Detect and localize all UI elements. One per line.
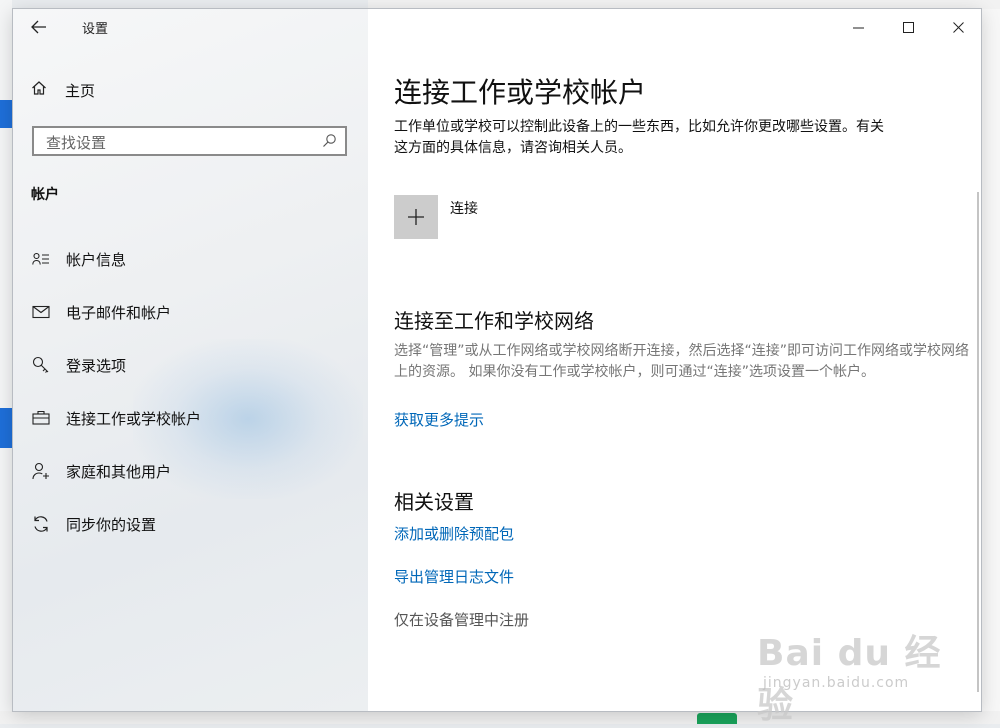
add-person-icon — [31, 461, 51, 481]
search-icon[interactable] — [321, 133, 337, 149]
sidebar-item-label: 连接工作或学校帐户 — [66, 409, 202, 428]
related-settings-heading: 相关设置 — [394, 490, 474, 514]
background-highlight — [0, 408, 12, 448]
page-title: 连接工作或学校帐户 — [394, 76, 647, 109]
add-remove-package-link[interactable]: 添加或删除预配包 — [394, 523, 514, 544]
key-icon — [31, 355, 51, 375]
back-button[interactable] — [27, 17, 51, 37]
background-window-right — [982, 0, 1000, 724]
enroll-device-management-link[interactable]: 仅在设备管理中注册 — [394, 609, 529, 630]
sidebar-item-email[interactable]: 电子邮件和帐户 — [13, 292, 368, 332]
background-green-button — [697, 713, 737, 724]
minimize-icon — [852, 27, 864, 28]
plus-tile — [394, 195, 438, 239]
back-arrow-icon — [31, 20, 46, 34]
search-box[interactable] — [32, 126, 347, 156]
page-description: 工作单位或学校可以控制此设备上的一些东西，比如允许你更改哪些设置。有关这方面的具… — [394, 119, 884, 156]
home-icon — [31, 80, 51, 100]
sidebar-item-label: 电子邮件和帐户 — [66, 303, 172, 322]
sidebar: 设置 主页 帐户 帐户信息 — [13, 9, 368, 711]
sidebar-item-work-school[interactable]: 连接工作或学校帐户 — [13, 398, 368, 438]
connect-button[interactable]: 连接 — [394, 195, 478, 239]
minimize-button[interactable] — [835, 9, 881, 45]
account-info-icon — [31, 249, 51, 269]
sidebar-item-label: 登录选项 — [66, 356, 127, 375]
titlebar: 设置 — [13, 9, 368, 45]
sidebar-item-family[interactable]: 家庭和其他用户 — [13, 451, 368, 491]
background-window-top — [368, 0, 1000, 9]
home-nav-item[interactable]: 主页 — [31, 79, 95, 101]
background-window-left — [0, 0, 12, 724]
home-label: 主页 — [65, 81, 96, 100]
sidebar-item-sign-in-options[interactable]: 登录选项 — [13, 345, 368, 385]
settings-window: 设置 主页 帐户 帐户信息 — [13, 9, 981, 711]
briefcase-icon — [31, 408, 51, 428]
background-taskbar — [0, 711, 1000, 724]
more-tips-link[interactable]: 获取更多提示 — [394, 409, 484, 430]
search-input[interactable] — [44, 132, 308, 154]
network-description: 选择“管理”或从工作网络或学校网络断开连接，然后选择“连接”即可访问工作网络或学… — [394, 343, 970, 380]
connect-label: 连接 — [450, 201, 478, 217]
sync-icon — [31, 514, 51, 534]
section-title: 帐户 — [31, 187, 59, 203]
sidebar-item-sync[interactable]: 同步你的设置 — [13, 504, 368, 544]
scrollbar[interactable] — [977, 192, 979, 692]
sidebar-item-label: 帐户信息 — [66, 250, 127, 269]
network-heading: 连接至工作和学校网络 — [394, 309, 594, 333]
background-highlight — [0, 100, 12, 128]
plus-icon — [408, 209, 424, 225]
email-icon — [31, 302, 51, 322]
main-content: 连接工作或学校帐户 工作单位或学校可以控制此设备上的一些东西，比如允许你更改哪些… — [368, 9, 981, 711]
maximize-icon — [902, 21, 914, 33]
export-logs-link[interactable]: 导出管理日志文件 — [394, 566, 514, 587]
sidebar-item-label: 同步你的设置 — [66, 515, 157, 534]
maximize-button[interactable] — [885, 9, 931, 45]
close-button[interactable] — [935, 9, 981, 45]
sidebar-item-account-info[interactable]: 帐户信息 — [13, 239, 368, 279]
sidebar-item-label: 家庭和其他用户 — [66, 462, 172, 481]
app-title: 设置 — [82, 22, 109, 37]
close-icon — [952, 21, 964, 33]
